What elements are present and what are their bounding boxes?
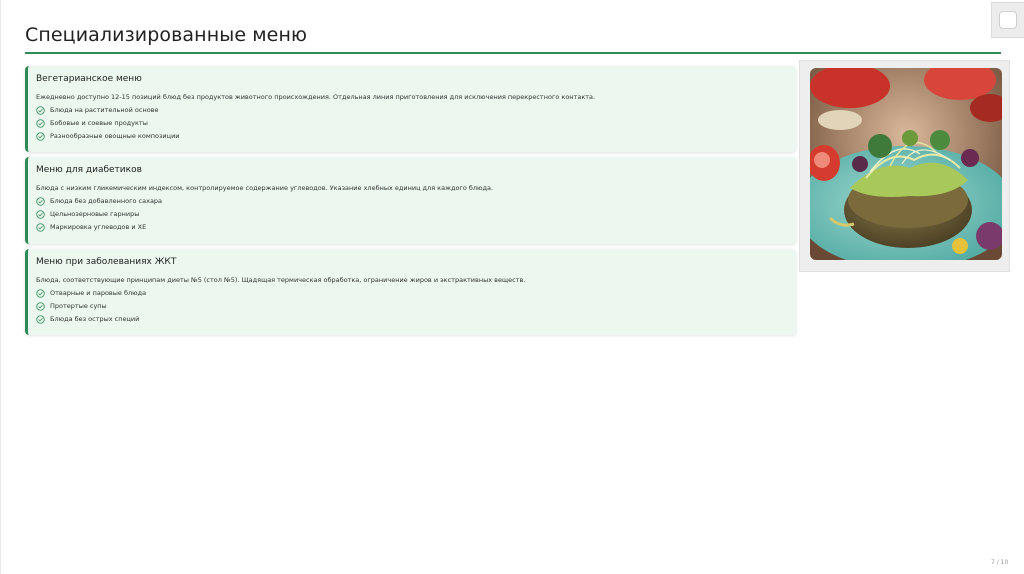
photo-frame (799, 60, 1010, 272)
menu-card-gastro: Меню при заболеваниях ЖКТ Блюда, соответ… (25, 249, 796, 335)
menu-card-vegetarian: Вегетарианское меню Ежедневно доступно 1… (25, 66, 796, 152)
list-item-label: Блюда без острых специй (50, 315, 140, 323)
list-item: Цельнозерновые гарниры (36, 210, 786, 219)
check-circle-icon (36, 289, 45, 298)
list-item: Отварные и паровые блюда (36, 289, 786, 298)
card-title: Меню для диабетиков (36, 165, 142, 175)
check-circle-icon (36, 197, 45, 206)
corner-thumbnail-inner (999, 11, 1017, 29)
list-item: Маркировка углеводов и ХЕ (36, 223, 786, 232)
check-circle-icon (36, 132, 45, 141)
list-item: Разнообразные овощные композиции (36, 132, 786, 141)
list-item: Блюда на растительной основе (36, 106, 786, 115)
list-item-label: Блюда без добавленного сахара (50, 197, 163, 205)
card-description: Блюда, соответствующие принципам диеты №… (36, 276, 526, 284)
list-item: Бобовые и соевые продукты (36, 119, 786, 128)
list-item-label: Цельнозерновые гарниры (50, 210, 140, 218)
food-photo-illustration (810, 68, 1002, 260)
slide: Специализированные меню Вегетарианское м… (0, 0, 1024, 574)
check-circle-icon (36, 223, 45, 232)
list-item-label: Протертые супы (50, 302, 107, 310)
list-item-label: Бобовые и соевые продукты (50, 119, 148, 127)
food-photo (810, 68, 1002, 260)
check-circle-icon (36, 119, 45, 128)
list-item: Блюда без острых специй (36, 315, 786, 324)
corner-thumbnail[interactable] (991, 2, 1024, 38)
card-title: Меню при заболеваниях ЖКТ (36, 257, 177, 267)
list-item-label: Разнообразные овощные композиции (50, 132, 180, 140)
list-item: Протертые супы (36, 302, 786, 311)
check-circle-icon (36, 106, 45, 115)
menu-card-diabetic: Меню для диабетиков Блюда с низким глике… (25, 157, 796, 244)
card-title: Вегетарианское меню (36, 74, 142, 84)
title-divider (25, 52, 1001, 54)
list-item-label: Блюда на растительной основе (50, 106, 159, 114)
list-item: Блюда без добавленного сахара (36, 197, 786, 206)
check-circle-icon (36, 302, 45, 311)
list-item-label: Отварные и паровые блюда (50, 289, 147, 297)
check-circle-icon (36, 315, 45, 324)
page-number: 7 / 10 (991, 559, 1009, 566)
check-circle-icon (36, 210, 45, 219)
card-description: Ежедневно доступно 12-15 позиций блюд бе… (36, 93, 596, 101)
card-description: Блюда с низким гликемическим индексом, к… (36, 184, 494, 192)
list-item-label: Маркировка углеводов и ХЕ (50, 223, 147, 231)
page-title: Специализированные меню (25, 24, 308, 46)
